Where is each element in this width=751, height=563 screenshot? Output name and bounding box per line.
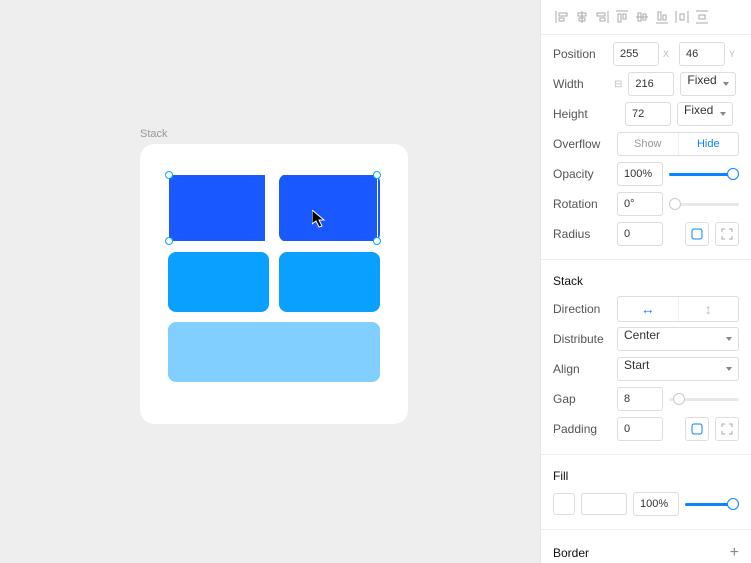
radius-per-corner-button[interactable] — [715, 222, 739, 246]
x-label: X — [663, 49, 669, 59]
direction-vertical-option[interactable]: ↕ — [678, 297, 739, 321]
align-left-icon[interactable] — [553, 8, 571, 26]
direction-label: Direction — [553, 302, 611, 316]
rotation-input[interactable] — [617, 192, 663, 216]
align-top-icon[interactable] — [613, 8, 631, 26]
align-center-v-icon[interactable] — [633, 8, 651, 26]
width-label: Width — [553, 77, 611, 91]
padding-label: Padding — [553, 422, 611, 436]
arrow-vertical-icon: ↕ — [705, 301, 712, 317]
width-input[interactable] — [628, 72, 674, 96]
opacity-label: Opacity — [553, 167, 611, 181]
height-label: Height — [553, 107, 611, 121]
layer-card[interactable] — [168, 322, 380, 382]
padding-uniform-button[interactable] — [685, 417, 709, 441]
overflow-hide-option[interactable]: Hide — [678, 133, 739, 155]
fill-color-swatch[interactable] — [581, 493, 627, 515]
gap-slider[interactable] — [669, 387, 739, 411]
layer-card[interactable] — [168, 252, 269, 312]
fill-title: Fill — [553, 459, 739, 489]
distribute-h-icon[interactable] — [673, 8, 691, 26]
overflow-show-option[interactable]: Show — [618, 133, 678, 155]
gap-label: Gap — [553, 392, 611, 406]
height-constraint-select[interactable]: Fixed — [677, 102, 733, 126]
fill-section: Fill — [541, 455, 751, 530]
padding-input[interactable] — [617, 417, 663, 441]
width-constraint-select[interactable]: Fixed — [680, 72, 736, 96]
direction-segmented: ↔ ↕ — [617, 296, 739, 322]
rotation-label: Rotation — [553, 197, 611, 211]
gap-handle[interactable] — [265, 174, 269, 242]
direction-horizontal-option[interactable]: ↔ — [618, 297, 678, 321]
layer-card[interactable] — [279, 174, 380, 242]
canvas-area[interactable]: Stack — [0, 0, 540, 563]
position-y-input[interactable] — [679, 42, 725, 66]
y-label: Y — [729, 49, 735, 59]
opacity-slider[interactable] — [669, 162, 739, 186]
lock-icon[interactable]: ⊟ — [614, 79, 622, 90]
border-section: Border + — [541, 530, 751, 563]
position-label: Position — [553, 47, 607, 61]
align-select[interactable]: Start — [617, 357, 739, 381]
fill-opacity-slider[interactable] — [685, 492, 739, 516]
align-center-h-icon[interactable] — [573, 8, 591, 26]
inspector-panel: Position X Y Width ⊟ Fixed Height Fixed … — [540, 0, 751, 563]
overflow-label: Overflow — [553, 137, 611, 151]
distribute-label: Distribute — [553, 332, 611, 346]
stack-frame-label: Stack — [140, 128, 168, 140]
align-right-icon[interactable] — [593, 8, 611, 26]
stack-section: Stack Direction ↔ ↕ Distribute Center Al… — [541, 260, 751, 455]
opacity-input[interactable] — [617, 162, 663, 186]
stack-frame[interactable] — [140, 144, 408, 424]
align-label: Align — [553, 362, 611, 376]
arrow-horizontal-icon: ↔ — [641, 301, 655, 317]
border-title: Border — [553, 546, 589, 560]
distribute-v-icon[interactable] — [693, 8, 711, 26]
stack-title: Stack — [553, 264, 739, 294]
add-border-button[interactable]: + — [730, 544, 739, 562]
sides-icon — [721, 423, 733, 435]
square-icon — [691, 423, 703, 435]
rotation-slider[interactable] — [669, 192, 739, 216]
gap-input[interactable] — [617, 387, 663, 411]
layout-section: Position X Y Width ⊟ Fixed Height Fixed … — [541, 35, 751, 260]
square-icon — [691, 228, 703, 240]
position-x-input[interactable] — [613, 42, 659, 66]
alignment-toolbar — [541, 0, 751, 35]
fill-opacity-input[interactable] — [633, 492, 679, 516]
corners-icon — [721, 228, 733, 240]
radius-uniform-button[interactable] — [685, 222, 709, 246]
layer-card[interactable] — [279, 252, 380, 312]
align-bottom-icon[interactable] — [653, 8, 671, 26]
radius-label: Radius — [553, 227, 611, 241]
radius-input[interactable] — [617, 222, 663, 246]
height-input[interactable] — [625, 102, 671, 126]
distribute-select[interactable]: Center — [617, 327, 739, 351]
layer-card[interactable] — [168, 174, 269, 242]
overflow-segmented: Show Hide — [617, 132, 739, 156]
fill-visible-toggle[interactable] — [553, 493, 575, 515]
padding-per-side-button[interactable] — [715, 417, 739, 441]
